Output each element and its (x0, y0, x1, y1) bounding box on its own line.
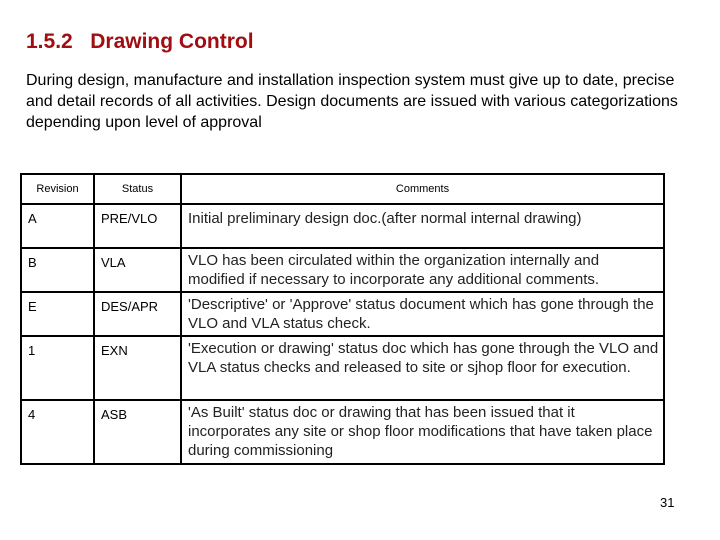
header-revision: Revision (20, 173, 95, 205)
revision-cell: 4 (20, 399, 95, 465)
comments-cell: VLO has been circulated within the organ… (180, 247, 665, 293)
table-row: E DES/APR 'Descriptive' or 'Approve' sta… (20, 291, 665, 337)
table-row: B VLA VLO has been circulated within the… (20, 247, 665, 293)
revision-status-table: Revision Status Comments A PRE/VLO Initi… (20, 173, 665, 465)
revision-cell: E (20, 291, 95, 337)
comments-cell: 'As Built' status doc or drawing that ha… (180, 399, 665, 465)
section-heading: 1.5.2 Drawing Control (26, 30, 254, 54)
status-cell: PRE/VLO (93, 203, 182, 249)
revision-cell: 1 (20, 335, 95, 401)
header-comments: Comments (180, 173, 665, 205)
table-row: A PRE/VLO Initial preliminary design doc… (20, 203, 665, 249)
status-cell: EXN (93, 335, 182, 401)
page-number: 31 (660, 495, 675, 510)
status-cell: VLA (93, 247, 182, 293)
header-status: Status (93, 173, 182, 205)
section-title: Drawing Control (90, 30, 254, 53)
comments-cell: 'Execution or drawing' status doc which … (180, 335, 665, 401)
status-cell: ASB (93, 399, 182, 465)
revision-cell: A (20, 203, 95, 249)
table-row: 1 EXN 'Execution or drawing' status doc … (20, 335, 665, 401)
status-cell: DES/APR (93, 291, 182, 337)
comments-cell: Initial preliminary design doc.(after no… (180, 203, 665, 249)
section-number: 1.5.2 (26, 30, 73, 53)
revision-cell: B (20, 247, 95, 293)
intro-paragraph: During design, manufacture and installat… (26, 72, 678, 131)
comments-cell: 'Descriptive' or 'Approve' status docume… (180, 291, 665, 337)
table-header-row: Revision Status Comments (20, 173, 665, 205)
table-row: 4 ASB 'As Built' status doc or drawing t… (20, 399, 665, 465)
